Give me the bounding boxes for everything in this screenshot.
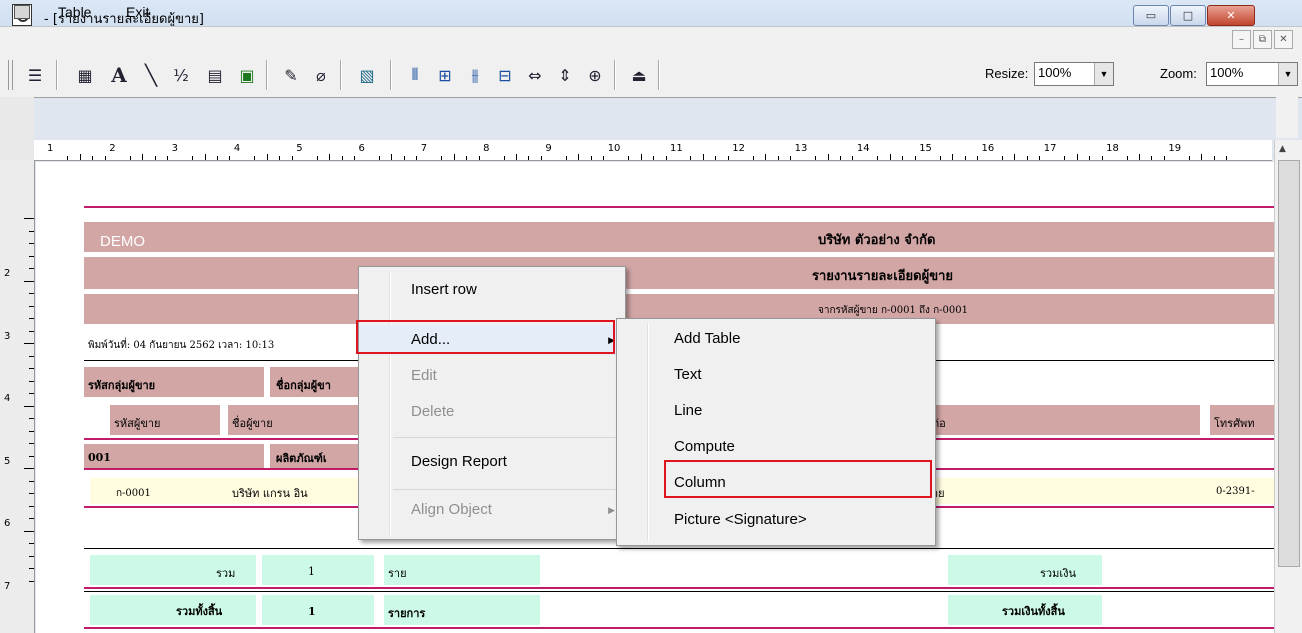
- total-count-cell[interactable]: [262, 595, 374, 625]
- group-code-cell[interactable]: [84, 444, 264, 468]
- vendor-code-value[interactable]: ก-0001: [116, 486, 151, 501]
- demo-watermark: DEMO: [100, 233, 145, 250]
- add-submenu: Add Table Text Line Compute Column Pictu…: [616, 318, 936, 546]
- total-label-cell[interactable]: [90, 595, 256, 625]
- vendor-name-header: ชื่อผู้ขาย: [232, 417, 273, 430]
- sum-count: 1: [308, 565, 315, 578]
- submenu-arrow-icon: ▶: [608, 505, 615, 515]
- sum-money: รวมเงิน: [1040, 567, 1076, 580]
- menu-item-delete[interactable]: Delete: [359, 397, 625, 427]
- total-money: รวมเงินทั้งสิ้น: [1002, 605, 1065, 618]
- total-label: รวมทั้งสิ้น: [176, 605, 223, 618]
- menu-item-edit[interactable]: Edit: [359, 361, 625, 391]
- submenu-item-text[interactable]: Text: [617, 360, 935, 390]
- menu-separator: [393, 489, 621, 490]
- header-band-title[interactable]: [84, 257, 1274, 289]
- total-unit: รายการ: [388, 607, 426, 620]
- menu-item-label: Edit: [411, 367, 437, 384]
- group-name-value: ผลิตภัณฑ์เ: [276, 452, 327, 465]
- submenu-item-picture-signature[interactable]: Picture <Signature>: [617, 505, 935, 535]
- group-name-header: ชื่อกลุ่มผู้ขา: [276, 379, 331, 392]
- submenu-item-label: Add Table: [674, 330, 741, 347]
- menu-item-label: Delete: [411, 403, 455, 420]
- header-band-company[interactable]: [84, 222, 1274, 252]
- menu-item-align-object[interactable]: Align Object ▶: [359, 495, 625, 525]
- report-title[interactable]: รายงานรายละเอียดผู้ขาย: [812, 265, 953, 286]
- sum-bottom-line-2: [84, 591, 1274, 592]
- menu-item-label: Insert row: [411, 281, 477, 298]
- highlight-column-item: [664, 460, 932, 498]
- total-count: 1: [308, 605, 316, 618]
- sum-label: รวม: [216, 567, 236, 580]
- report-range[interactable]: จากรหัสผู้ขาย ก-0001 ถึง ก-0001: [818, 303, 968, 318]
- submenu-item-label: Picture <Signature>: [674, 511, 807, 528]
- menu-item-label: Design Report: [411, 453, 507, 470]
- sum-bottom-line: [84, 587, 1274, 589]
- submenu-item-label: Line: [674, 402, 703, 419]
- group-code-header: รหัสกลุ่มผู้ขาย: [88, 379, 156, 392]
- submenu-item-compute[interactable]: Compute: [617, 432, 935, 462]
- contact-header-cell[interactable]: [930, 405, 1200, 435]
- print-info[interactable]: พิมพ์วันที่: 04 กันยายน 2562 เวลา: 10:13: [88, 338, 274, 353]
- menu-separator: [393, 437, 621, 438]
- total-bottom-line: [84, 627, 1274, 629]
- submenu-item-label: Text: [674, 366, 702, 383]
- company-name[interactable]: บริษัท ตัวอย่าง จำกัด: [818, 229, 935, 250]
- vendor-code-header: รหัสผู้ขาย: [114, 417, 161, 430]
- menu-item-design-report[interactable]: Design Report: [359, 447, 625, 477]
- sum-count-cell[interactable]: [262, 555, 374, 585]
- header-divider: [84, 206, 1274, 208]
- sum-unit-cell[interactable]: [384, 555, 540, 585]
- vendor-name-value[interactable]: บริษัท แกรน อิน: [232, 484, 308, 502]
- context-menu: Insert row Add... ▶ Edit Delete Design Re…: [358, 266, 626, 540]
- submenu-item-add-table[interactable]: Add Table: [617, 324, 935, 354]
- vendor-phone-value[interactable]: 0-2391-: [1216, 486, 1255, 497]
- summary-top-line: [84, 548, 1274, 549]
- submenu-item-label: Compute: [674, 438, 735, 455]
- sum-unit: ราย: [388, 567, 407, 580]
- sum-money-cell[interactable]: [948, 555, 1102, 585]
- menu-item-label: Align Object: [411, 501, 492, 518]
- submenu-item-line[interactable]: Line: [617, 396, 935, 426]
- menu-item-insert-row[interactable]: Insert row: [359, 275, 625, 305]
- highlight-add-item: [356, 320, 615, 354]
- phone-header: โทรศัพท: [1214, 417, 1255, 430]
- group-code-value: 001: [88, 451, 111, 464]
